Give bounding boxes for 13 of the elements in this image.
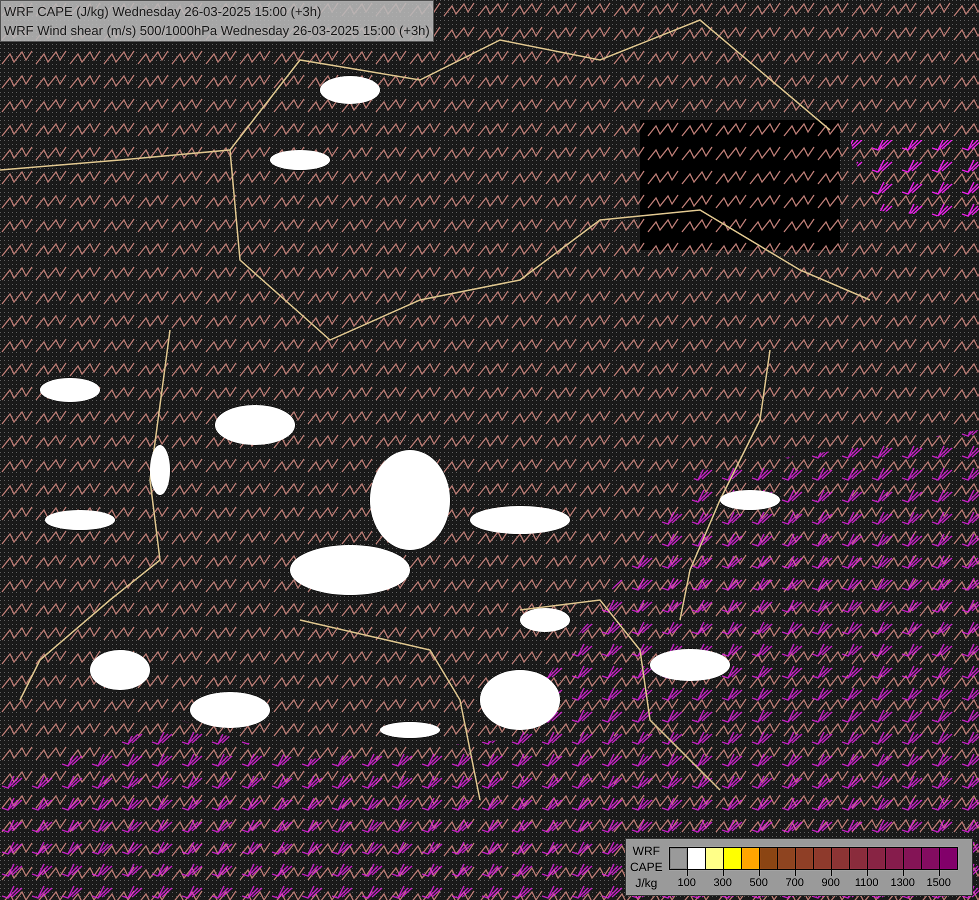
map-title: WRF CAPE (J/kg) Wednesday 26-03-2025 15:00 (+3h)	[4, 3, 322, 21]
legend-label: WRF	[632, 843, 660, 859]
tick-label: 700	[786, 877, 804, 889]
legend-label: J/kg	[635, 875, 658, 891]
legend-label: CAPE	[630, 859, 663, 875]
tick-label: 100	[678, 877, 696, 889]
tick-label: 1500	[926, 877, 951, 889]
map-title: WRF Wind shear (m/s) 500/1000hPa Wednesday 26-03-2025 15:00 (+3h)	[4, 22, 430, 40]
tick-label: 500	[750, 877, 768, 889]
tick-label: 300	[714, 877, 732, 889]
tick-label: 1100	[854, 877, 879, 889]
tick-label: 900	[822, 877, 840, 889]
tick-label: 1300	[890, 877, 915, 889]
